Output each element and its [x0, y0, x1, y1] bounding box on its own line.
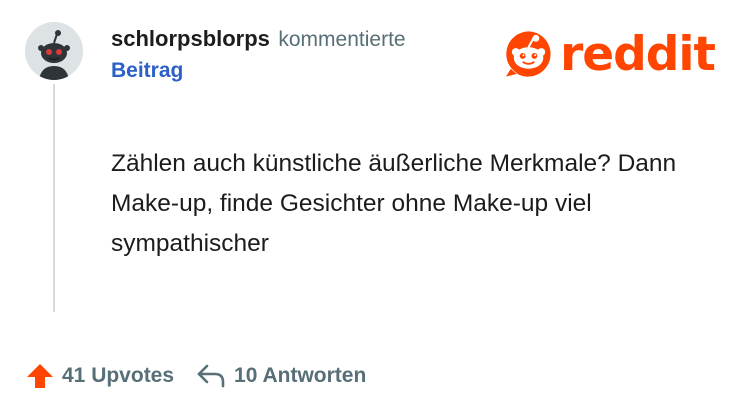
upvote-button[interactable]: 41 Upvotes: [26, 362, 174, 390]
comment-body: Zählen auch künstliche äußerliche Merkma…: [111, 150, 677, 257]
reply-button[interactable]: 10 Antworten: [196, 363, 366, 389]
comment-meta: schlorpsblorps kommentierte: [111, 26, 406, 52]
reddit-wordmark: reddit: [560, 26, 716, 82]
reply-count: 10 Antworten: [234, 364, 367, 387]
avatar[interactable]: [25, 22, 83, 80]
thread-line: [53, 84, 55, 312]
reply-arrow-icon[interactable]: [196, 363, 226, 389]
comment-verb: kommentierte: [278, 28, 406, 51]
upvote-arrow-icon[interactable]: [26, 362, 54, 390]
comment-actions: 41 Upvotes 10 Antworten: [26, 362, 366, 390]
upvote-count: 41 Upvotes: [62, 364, 175, 387]
author-name[interactable]: schlorpsblorps: [111, 26, 270, 51]
reddit-snoo-icon: [505, 31, 551, 77]
reddit-logo: reddit: [503, 26, 716, 82]
snoo-avatar-icon: [25, 22, 83, 80]
post-link[interactable]: Beitrag: [111, 59, 183, 83]
